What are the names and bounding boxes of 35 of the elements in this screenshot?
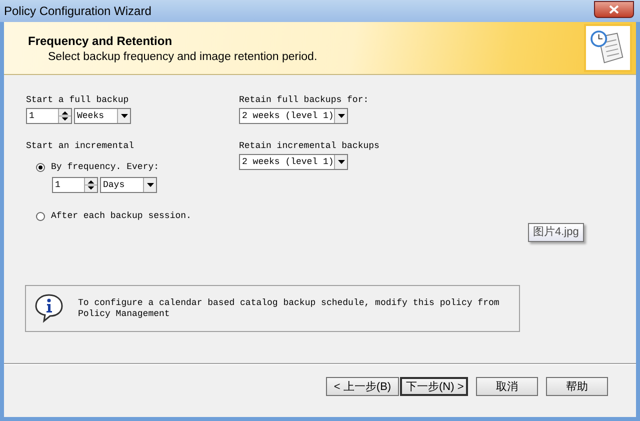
tooltip: 图片4.jpg xyxy=(528,223,584,242)
close-button[interactable] xyxy=(594,0,634,18)
radio-button[interactable] xyxy=(36,162,45,172)
document-clock-icon xyxy=(584,24,632,72)
spinner-arrows-icon[interactable] xyxy=(84,178,97,192)
field-label: Retain full backups for: xyxy=(239,94,370,106)
number-value: 1 xyxy=(28,111,36,121)
info-icon xyxy=(34,293,64,323)
radio-option[interactable]: By frequency. Every: xyxy=(36,160,239,174)
wizard-button[interactable]: < 上一步(B) xyxy=(326,377,399,396)
close-icon xyxy=(609,4,619,14)
page-title: Frequency and Retention xyxy=(28,34,174,48)
number-value: 1 xyxy=(54,180,62,190)
field-label: Start a full backup xyxy=(26,94,130,106)
wizard-button[interactable]: 帮助 xyxy=(546,377,608,396)
unit-dropdown[interactable]: Weeks xyxy=(74,108,131,124)
unit-dropdown[interactable]: Days xyxy=(100,177,157,193)
radio-option[interactable]: After each backup session. xyxy=(36,209,239,223)
window-title: Policy Configuration Wizard xyxy=(4,4,152,18)
radio-button[interactable] xyxy=(36,212,45,220)
field-label: Retain incremental backups xyxy=(239,140,380,152)
page-subtitle: Select backup frequency and image retention period. xyxy=(47,50,318,62)
field-label: Start an incremental xyxy=(26,140,136,152)
dropdown-value: 2 weeks (level 1) xyxy=(241,111,334,121)
wizard-button[interactable]: 下一步(N) > xyxy=(400,377,468,396)
dropdown-value: 2 weeks (level 1) xyxy=(241,157,334,167)
retention-dropdown[interactable]: 2 weeks (level 1) xyxy=(239,154,348,170)
retention-dropdown[interactable]: 2 weeks (level 1) xyxy=(239,108,348,124)
spinner-arrows-icon[interactable] xyxy=(58,109,71,123)
wizard-button[interactable]: 取消 xyxy=(476,377,538,396)
number-spinner[interactable]: 1 xyxy=(52,177,98,193)
info-message: To configure a calendar based catalog backup schedule, modify this policy from Policy Management xyxy=(78,298,500,320)
number-spinner[interactable]: 1 xyxy=(26,108,72,124)
dropdown-value: Days xyxy=(102,180,126,190)
dropdown-value: Weeks xyxy=(76,111,106,121)
